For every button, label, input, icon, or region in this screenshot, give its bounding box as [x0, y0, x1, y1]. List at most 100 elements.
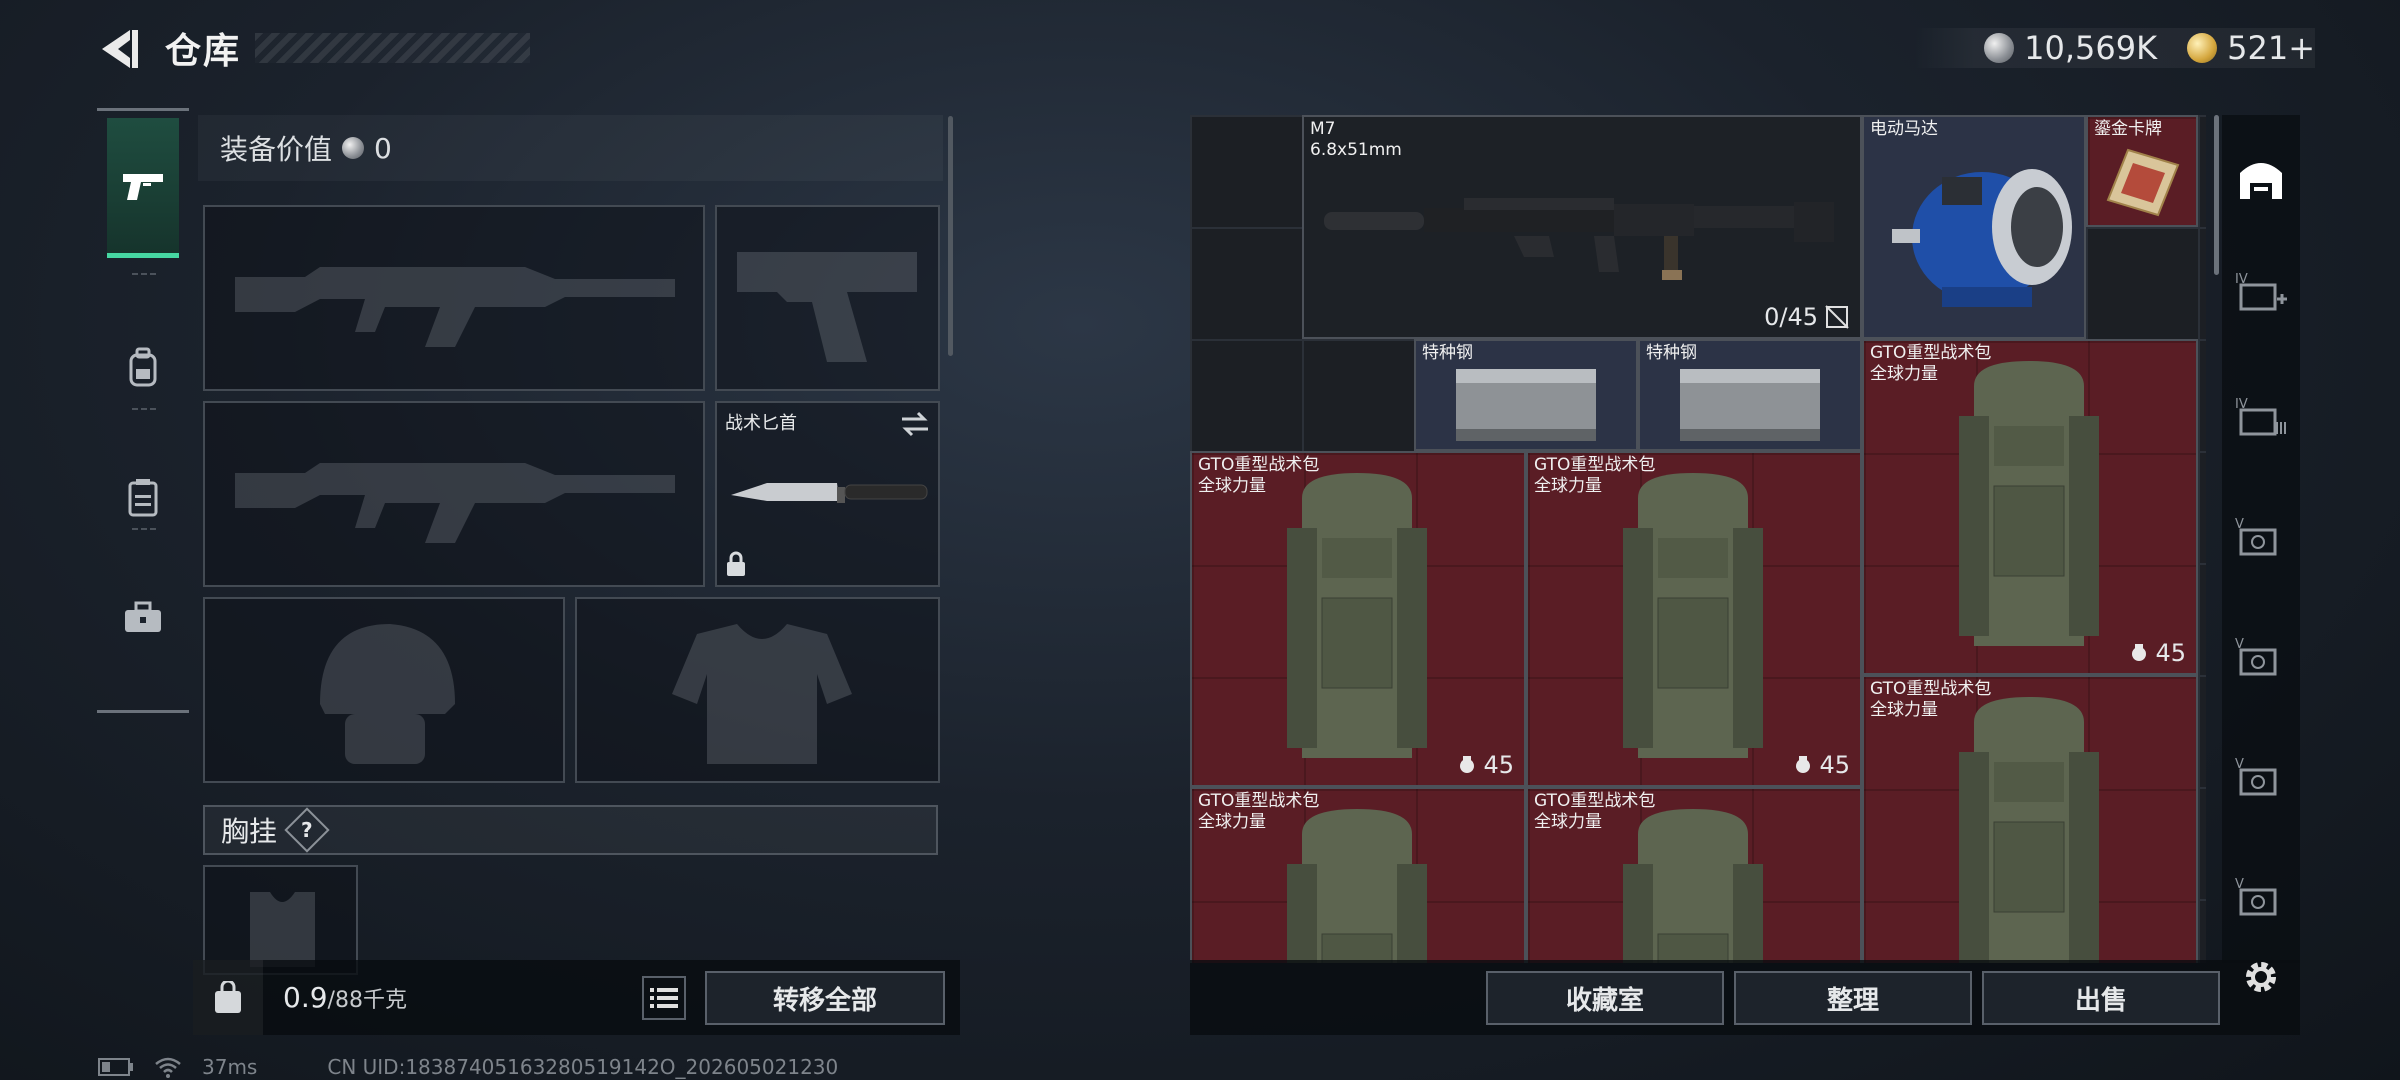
bag-weight-icon	[193, 960, 263, 1035]
page-title: 仓库	[165, 31, 242, 72]
equipment-scrollbar[interactable]	[948, 116, 953, 356]
storage-item-gilded-card[interactable]: 鎏金卡牌	[2086, 115, 2198, 227]
toolbox-icon	[125, 601, 161, 632]
settings-icon	[2246, 962, 2276, 992]
nav-weapons[interactable]	[107, 118, 179, 258]
nav-vest[interactable]	[107, 428, 179, 568]
melee-slot[interactable]: 战术匕首	[715, 401, 940, 587]
helmet-slot[interactable]	[203, 597, 565, 783]
weight-capacity: /88千克	[327, 988, 407, 1013]
title-decoration	[255, 33, 530, 63]
backpack-icon	[1959, 361, 2099, 646]
equipment-panel: 装备价值 0 战术匕首 胸挂 ?	[198, 115, 960, 1035]
item-name: M7	[1310, 119, 1336, 139]
gold-amount[interactable]: 521+	[2227, 29, 2315, 67]
tactical-knife-icon	[731, 483, 928, 503]
lock-icon	[727, 551, 745, 576]
chest-rig-label: 胸挂	[221, 815, 278, 848]
durability-icon	[2132, 644, 2147, 661]
item-name: 电动马达	[1870, 119, 1938, 139]
storage-item-gto-heavy-backpack[interactable]: GTO重型战术包 全球力量 45	[1862, 339, 2198, 675]
storage-slot-icon: IV	[2235, 397, 2286, 436]
chest-rig-slot[interactable]	[203, 865, 358, 975]
secondary-weapon-slot[interactable]	[203, 401, 705, 587]
no-magazine-icon	[1825, 305, 1849, 329]
storage-item-gto-heavy-backpack[interactable]: GTO重型战术包 全球力量 45	[1526, 451, 1862, 787]
status-bar: 37ms CN UID:18387405163280519142O_202605…	[98, 1055, 838, 1079]
storage-scrollbar[interactable]	[2214, 115, 2219, 275]
storage-item-electric-motor[interactable]: 电动马达	[1862, 115, 2086, 339]
item-caliber: 6.8x51mm	[1310, 140, 1402, 160]
ammo-count: 0/45	[1764, 303, 1850, 331]
storage-grid: M7 6.8x51mm 0/45 电动马达 鎏金卡牌 特种钢 特种钢 GTO重型…	[1190, 115, 2206, 963]
storage-item-gto-heavy-backpack[interactable]: GTO重型战术包 全球力量	[1190, 787, 1526, 963]
storage-item-special-steel[interactable]: 特种钢	[1638, 339, 1862, 451]
list-view-button[interactable]	[642, 976, 686, 1020]
primary-weapon-slot[interactable]	[203, 205, 705, 391]
silver-amount: 10,569K	[2024, 29, 2158, 67]
backpack-icon	[1959, 697, 2099, 963]
back-arrow-icon	[102, 30, 138, 68]
help-icon[interactable]: ?	[284, 807, 330, 853]
durability-count: 45	[1457, 751, 1514, 779]
steel-ingot-icon	[1680, 369, 1820, 441]
backpack-icon	[1287, 809, 1427, 963]
transfer-all-button[interactable]: 转移全部	[705, 971, 945, 1025]
armor-slot[interactable]	[575, 597, 940, 783]
add-storage-icon: IV	[2235, 272, 2287, 311]
backpack-icon	[1623, 809, 1763, 963]
rifle-silhouette-icon	[235, 463, 675, 543]
storage-tab-add[interactable]: IV	[2234, 265, 2288, 319]
nav-toolbox[interactable]	[107, 548, 179, 688]
sell-button[interactable]: 出售	[1982, 971, 2220, 1025]
item-name: 鎏金卡牌	[2094, 119, 2162, 139]
durability-count: 45	[2129, 639, 2186, 667]
silver-coin-icon	[342, 137, 365, 159]
helmet-silhouette-icon	[320, 624, 455, 764]
storage-slot-icon: V	[2235, 877, 2277, 916]
storage-tab-5a[interactable]: V	[2234, 510, 2288, 564]
gold-coin-icon	[2187, 33, 2218, 63]
battery-icon	[98, 1058, 133, 1076]
settings-button[interactable]	[2236, 952, 2286, 1002]
storage-tab-5c[interactable]: V	[2234, 750, 2288, 804]
storage-item-gto-heavy-backpack[interactable]: GTO重型战术包 全球力量 45	[1190, 451, 1526, 787]
pistol-silhouette-icon	[737, 252, 917, 362]
storage-tab-main[interactable]	[2234, 151, 2288, 205]
pistol-slot[interactable]	[715, 205, 940, 391]
equipment-value-amount: 0	[374, 131, 392, 165]
durability-count: 45	[1793, 751, 1850, 779]
backpack-icon	[129, 347, 157, 387]
storage-item-gto-heavy-backpack[interactable]: GTO重型战术包 全球力量	[1526, 787, 1862, 963]
melee-slot-label: 战术匕首	[725, 413, 797, 434]
list-icon	[650, 988, 678, 1008]
silver-coin-icon	[1984, 33, 2015, 63]
nav-backpack[interactable]	[107, 298, 179, 438]
steel-ingot-icon	[1456, 369, 1596, 441]
inventory-footer: 0.9/88千克 转移全部	[193, 960, 960, 1035]
wifi-icon	[155, 1057, 181, 1078]
storage-item-gto-heavy-backpack[interactable]: GTO重型战术包 全球力量	[1862, 675, 2198, 963]
back-button[interactable]	[98, 26, 140, 72]
durability-icon	[1460, 756, 1475, 773]
ping: 37ms	[202, 1055, 258, 1079]
storage-slot-icon: V	[2235, 517, 2277, 556]
collection-room-button[interactable]: 收藏室	[1486, 971, 1724, 1025]
swap-icon[interactable]	[900, 411, 930, 437]
chest-rig-header: 胸挂 ?	[203, 805, 938, 855]
currency-bar: 10,569K 521+	[1914, 28, 2315, 68]
storage-tab-4[interactable]: IV	[2234, 390, 2288, 444]
gilded-card-icon	[2106, 148, 2180, 217]
storage-tab-5d[interactable]: V	[2234, 870, 2288, 924]
organize-button[interactable]: 整理	[1734, 971, 1972, 1025]
storage-item-m7-rifle[interactable]: M7 6.8x51mm 0/45	[1302, 115, 1862, 339]
vest-silhouette-icon	[250, 892, 315, 967]
equipment-value-label: 装备价值	[220, 133, 333, 166]
storage-tab-5b[interactable]: V	[2234, 630, 2288, 684]
storage-item-special-steel[interactable]: 特种钢	[1414, 339, 1638, 451]
storage-slot-icon: V	[2235, 757, 2277, 796]
warehouse-icon	[2240, 163, 2282, 199]
current-weight: 0.9	[283, 981, 328, 1014]
electric-motor-icon	[1892, 169, 2072, 307]
armor-silhouette-icon	[672, 624, 852, 764]
